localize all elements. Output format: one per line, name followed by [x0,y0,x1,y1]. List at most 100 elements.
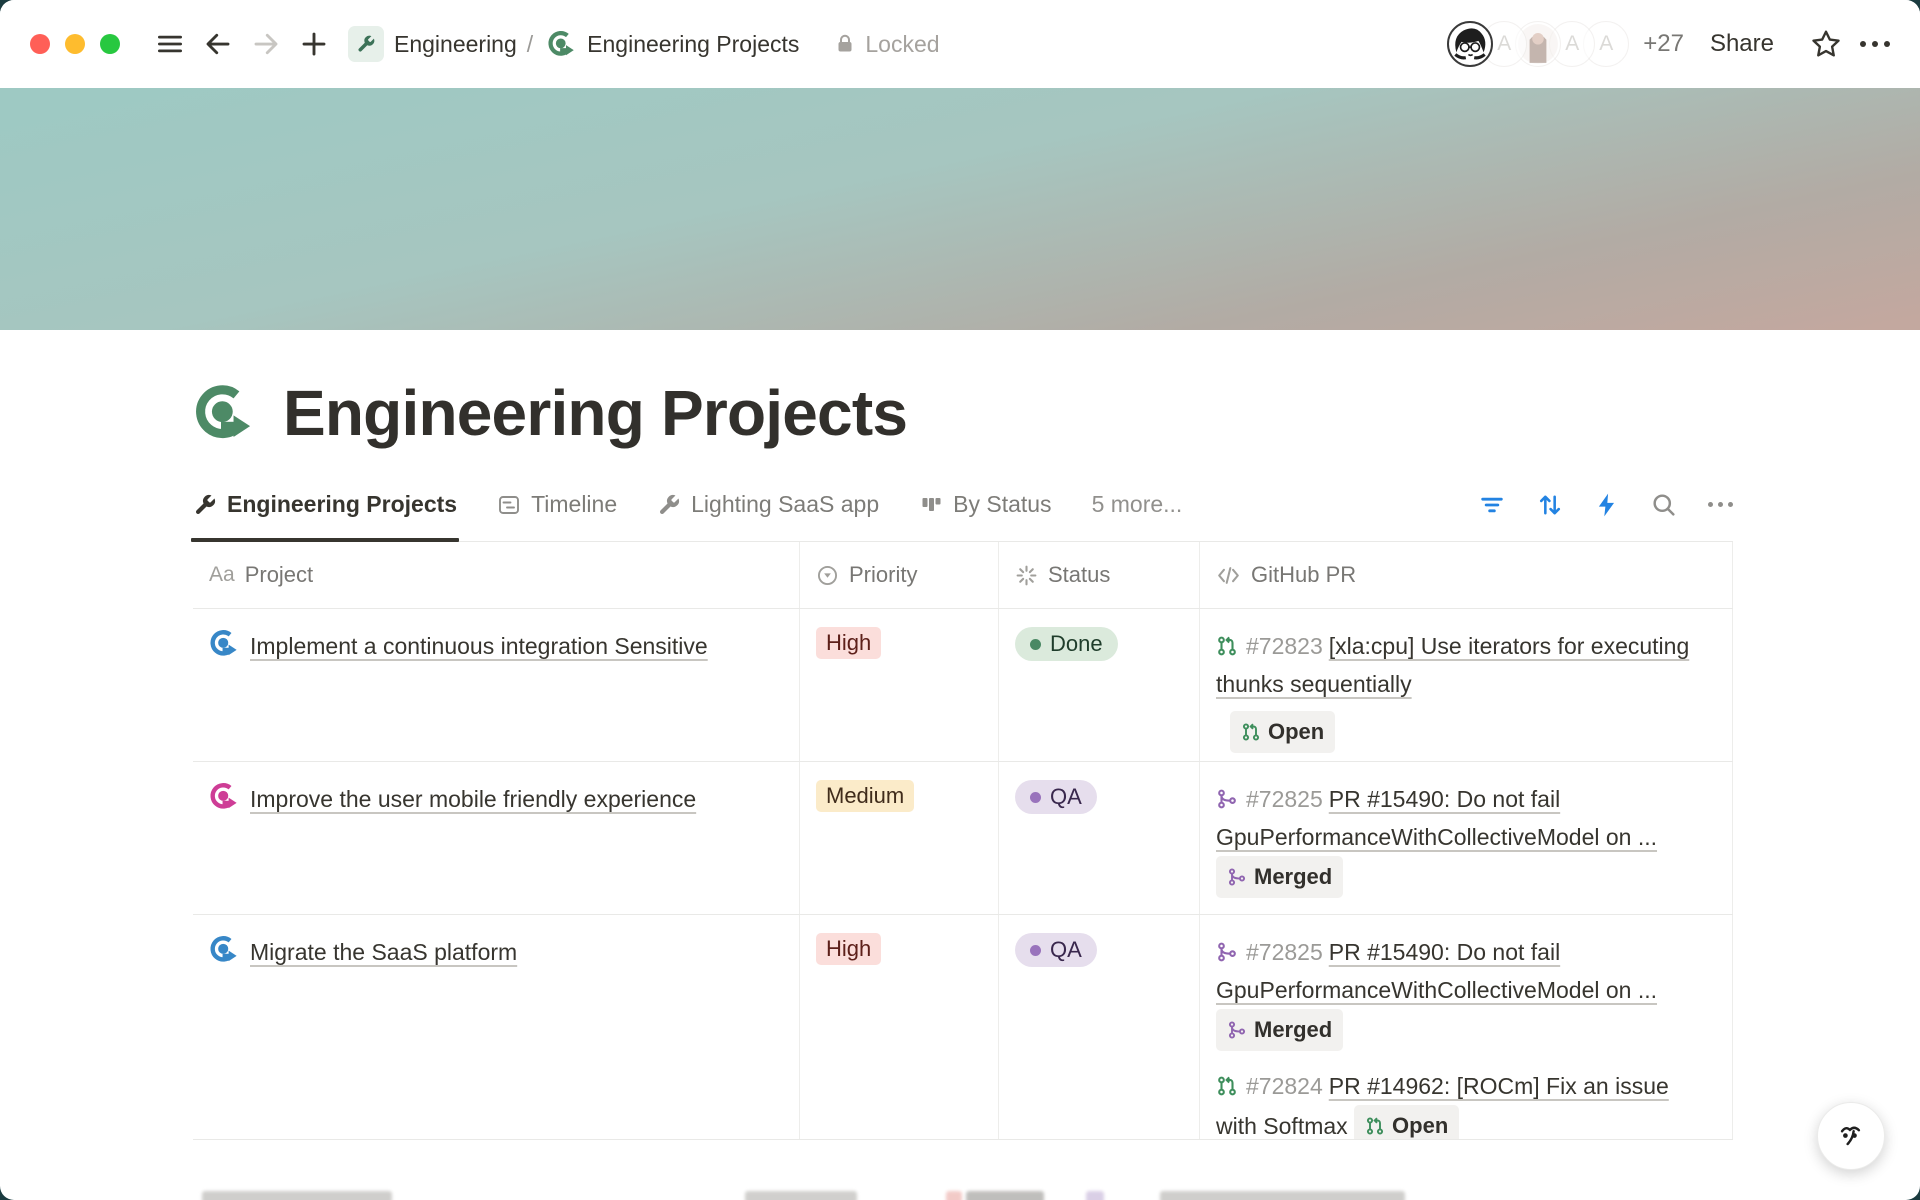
breadcrumb: Engineering / Engineering Projects [348,26,799,62]
titlebar: Engineering / Engineering Projects Locke… [0,0,1920,88]
cell-priority[interactable]: Medium [800,762,999,914]
tab-label: By Status [953,491,1051,518]
cell-priority[interactable]: High [800,915,999,1140]
column-header-project[interactable]: Aa Project [193,542,800,608]
project-sync-icon [209,781,240,812]
ai-face-icon [1832,1117,1870,1155]
workspace-chip[interactable] [348,26,384,62]
board-icon [919,493,943,517]
table-row: Migrate the SaaS platform High QA #72825… [193,915,1733,1140]
avatar[interactable] [1447,21,1493,67]
text-property-icon: Aa [209,563,235,587]
priority-badge: Medium [816,780,914,812]
column-header-status[interactable]: Status [999,542,1200,608]
tab-lighting-saas-app[interactable]: Lighting SaaS app [657,468,879,541]
cell-project[interactable]: Improve the user mobile friendly experie… [193,762,800,914]
automations-button[interactable] [1594,492,1620,518]
more-options-button[interactable] [1860,41,1890,47]
cell-status[interactable]: QA [999,762,1200,914]
page-icon[interactable] [193,381,257,445]
ai-assistant-button[interactable] [1817,1102,1885,1170]
git-merge-icon [1216,941,1238,963]
cell-github-pr[interactable]: #72825PR #15490: Do not fail GpuPerforma… [1200,915,1733,1140]
avatar-overflow-count[interactable]: +27 [1643,30,1684,58]
table-row: Improve the user mobile friendly experie… [193,762,1733,915]
breadcrumb-page[interactable]: Engineering Projects [587,31,799,58]
traffic-lights [30,34,120,54]
share-button[interactable]: Share [1710,30,1774,58]
pull-request-icon [1241,722,1261,742]
cell-github-pr[interactable]: #72823[xla:cpu] Use iterators for execut… [1200,609,1733,761]
avatar-letter: A [1497,32,1511,56]
avatar-letter: A [1599,32,1613,56]
column-label: GitHub PR [1251,562,1356,588]
sidebar-toggle-button[interactable] [150,24,190,64]
column-label: Priority [849,562,917,588]
priority-badge: High [816,627,881,659]
avatar-letter: A [1565,32,1579,56]
tab-engineering-projects[interactable]: Engineering Projects [193,468,457,541]
pr-mention: #72825PR #15490: Do not fail GpuPerforma… [1216,933,1694,1051]
project-sync-icon [209,628,240,659]
column-header-github-pr[interactable]: GitHub PR [1200,542,1733,608]
view-tabs: Engineering Projects Timeline Lighting S… [193,468,1733,542]
new-page-button[interactable] [294,24,334,64]
cell-project[interactable]: Implement a continuous integration Sensi… [193,609,800,761]
status-dot [1030,792,1041,803]
minimize-window-button[interactable] [65,34,85,54]
avatar-stack[interactable]: A A A [1447,21,1629,67]
status-dot [1030,639,1041,650]
forward-button[interactable] [246,24,286,64]
favorite-button[interactable] [1806,24,1846,64]
page-content: Engineering Projects Engineering Project… [193,376,1733,1140]
cell-priority[interactable]: High [800,609,999,761]
star-icon [1810,28,1842,60]
zoom-window-button[interactable] [100,34,120,54]
close-window-button[interactable] [30,34,50,54]
search-button[interactable] [1650,491,1678,519]
cell-github-pr[interactable]: #72825PR #15490: Do not fail GpuPerforma… [1200,762,1733,914]
pr-mention: #72825PR #15490: Do not fail GpuPerforma… [1216,780,1694,898]
page-cover-image[interactable] [0,88,1920,330]
tab-label: Timeline [531,491,617,518]
project-title-link[interactable]: Implement a continuous integration Sensi… [250,633,708,659]
select-property-icon [816,564,839,587]
tab-timeline[interactable]: Timeline [497,468,617,541]
priority-badge: High [816,933,881,965]
wrench-icon [193,493,217,517]
tab-by-status[interactable]: By Status [919,468,1051,541]
page-header: Engineering Projects [193,376,1733,450]
filter-icon [1478,491,1506,519]
pr-state-badge: Merged [1216,856,1343,898]
wrench-icon [356,34,376,54]
cell-status[interactable]: Done [999,609,1200,761]
sort-icon [1536,491,1564,519]
lock-icon [833,32,857,56]
more-views-button[interactable]: 5 more... [1092,491,1183,518]
hamburger-icon [155,29,185,59]
app-window: Engineering / Engineering Projects Locke… [0,0,1920,1200]
pr-number: #72823 [1246,633,1323,659]
pull-request-icon [1365,1116,1385,1136]
filter-button[interactable] [1478,491,1506,519]
breadcrumb-workspace[interactable]: Engineering [394,31,517,58]
pull-request-icon [1216,635,1238,657]
column-label: Project [245,562,313,588]
back-button[interactable] [198,24,238,64]
locked-indicator[interactable]: Locked [833,31,939,58]
cell-status[interactable]: QA [999,915,1200,1140]
column-header-priority[interactable]: Priority [800,542,999,608]
project-title-link[interactable]: Improve the user mobile friendly experie… [250,786,696,812]
plus-icon [299,29,329,59]
pull-request-icon [1216,1075,1238,1097]
tab-label: Engineering Projects [227,491,457,518]
project-title-link[interactable]: Migrate the SaaS platform [250,939,517,965]
cell-project[interactable]: Migrate the SaaS platform [193,915,800,1140]
view-options-button[interactable] [1708,502,1733,507]
git-merge-icon [1227,867,1247,887]
sort-button[interactable] [1536,491,1564,519]
status-badge: QA [1015,933,1097,967]
status-badge: Done [1015,627,1118,661]
pr-state-badge: Open [1230,711,1335,753]
pr-number: #72825 [1246,786,1323,812]
